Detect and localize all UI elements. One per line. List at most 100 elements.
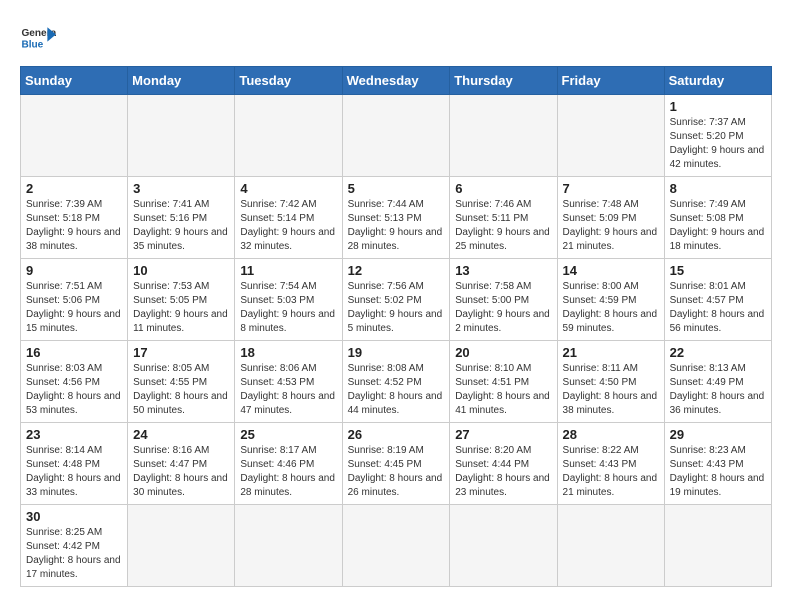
day-info: Sunrise: 8:08 AM Sunset: 4:52 PM Dayligh… [348, 362, 445, 418]
day-number: 23 [26, 427, 122, 442]
day-info: Sunrise: 8:22 AM Sunset: 4:43 PM Dayligh… [563, 444, 659, 500]
day-number: 17 [133, 345, 229, 360]
day-info: Sunrise: 7:41 AM Sunset: 5:16 PM Dayligh… [133, 198, 229, 254]
day-cell [128, 505, 235, 587]
day-cell: 9 Sunrise: 7:51 AM Sunset: 5:06 PM Daylig… [21, 259, 128, 341]
weekday-header-saturday: Saturday [664, 67, 771, 95]
week-row-3: 9 Sunrise: 7:51 AM Sunset: 5:06 PM Daylig… [21, 259, 772, 341]
day-number: 12 [348, 263, 445, 278]
day-number: 20 [455, 345, 551, 360]
day-cell: 1 Sunrise: 7:37 AM Sunset: 5:20 PM Daylig… [664, 95, 771, 177]
day-number: 26 [348, 427, 445, 442]
day-cell [557, 95, 664, 177]
day-info: Sunrise: 7:56 AM Sunset: 5:02 PM Dayligh… [348, 280, 445, 336]
day-info: Sunrise: 7:54 AM Sunset: 5:03 PM Dayligh… [240, 280, 336, 336]
day-cell: 21Sunrise: 8:11 AM Sunset: 4:50 PM Dayli… [557, 341, 664, 423]
header: General Blue [20, 20, 772, 56]
day-number: 15 [670, 263, 766, 278]
day-info: Sunrise: 8:06 AM Sunset: 4:53 PM Dayligh… [240, 362, 336, 418]
day-cell: 19 Sunrise: 8:08 AM Sunset: 4:52 PM Dayli… [342, 341, 450, 423]
day-info: Sunrise: 7:48 AM Sunset: 5:09 PM Dayligh… [563, 198, 659, 254]
day-info: Sunrise: 8:05 AM Sunset: 4:55 PM Dayligh… [133, 362, 229, 418]
day-info: Sunrise: 8:11 AM Sunset: 4:50 PM Dayligh… [563, 362, 659, 418]
day-cell: 15 Sunrise: 8:01 AM Sunset: 4:57 PM Dayli… [664, 259, 771, 341]
day-number: 2 [26, 181, 122, 196]
day-cell: 29Sunrise: 8:23 AM Sunset: 4:43 PM Dayli… [664, 423, 771, 505]
day-cell: 18 Sunrise: 8:06 AM Sunset: 4:53 PM Dayli… [235, 341, 342, 423]
day-info: Sunrise: 8:14 AM Sunset: 4:48 PM Dayligh… [26, 444, 122, 500]
day-cell: 7 Sunrise: 7:48 AM Sunset: 5:09 PM Daylig… [557, 177, 664, 259]
day-number: 30 [26, 509, 122, 524]
day-number: 1 [670, 99, 766, 114]
day-cell [664, 505, 771, 587]
day-number: 25 [240, 427, 336, 442]
day-number: 10 [133, 263, 229, 278]
day-number: 13 [455, 263, 551, 278]
day-cell: 26 Sunrise: 8:19 AM Sunset: 4:45 PM Dayli… [342, 423, 450, 505]
day-number: 7 [563, 181, 659, 196]
day-cell: 16 Sunrise: 8:03 AM Sunset: 4:56 PM Dayli… [21, 341, 128, 423]
day-info: Sunrise: 8:19 AM Sunset: 4:45 PM Dayligh… [348, 444, 445, 500]
day-number: 6 [455, 181, 551, 196]
day-number: 14 [563, 263, 659, 278]
day-info: Sunrise: 7:39 AM Sunset: 5:18 PM Dayligh… [26, 198, 122, 254]
day-info: Sunrise: 8:20 AM Sunset: 4:44 PM Dayligh… [455, 444, 551, 500]
calendar-table: SundayMondayTuesdayWednesdayThursdayFrid… [20, 66, 772, 587]
day-cell: 14 Sunrise: 8:00 AM Sunset: 4:59 PM Dayli… [557, 259, 664, 341]
week-row-4: 16 Sunrise: 8:03 AM Sunset: 4:56 PM Dayli… [21, 341, 772, 423]
day-info: Sunrise: 8:00 AM Sunset: 4:59 PM Dayligh… [563, 280, 659, 336]
day-info: Sunrise: 7:42 AM Sunset: 5:14 PM Dayligh… [240, 198, 336, 254]
day-cell: 6 Sunrise: 7:46 AM Sunset: 5:11 PM Daylig… [450, 177, 557, 259]
day-number: 9 [26, 263, 122, 278]
day-number: 3 [133, 181, 229, 196]
day-cell [21, 95, 128, 177]
day-info: Sunrise: 7:49 AM Sunset: 5:08 PM Dayligh… [670, 198, 766, 254]
day-info: Sunrise: 8:16 AM Sunset: 4:47 PM Dayligh… [133, 444, 229, 500]
day-number: 19 [348, 345, 445, 360]
day-cell: 3 Sunrise: 7:41 AM Sunset: 5:16 PM Daylig… [128, 177, 235, 259]
weekday-header-monday: Monday [128, 67, 235, 95]
day-cell [450, 505, 557, 587]
day-cell [450, 95, 557, 177]
weekday-header-wednesday: Wednesday [342, 67, 450, 95]
day-cell [235, 95, 342, 177]
day-info: Sunrise: 7:58 AM Sunset: 5:00 PM Dayligh… [455, 280, 551, 336]
day-info: Sunrise: 7:53 AM Sunset: 5:05 PM Dayligh… [133, 280, 229, 336]
day-info: Sunrise: 8:13 AM Sunset: 4:49 PM Dayligh… [670, 362, 766, 418]
day-cell [557, 505, 664, 587]
day-cell: 24Sunrise: 8:16 AM Sunset: 4:47 PM Dayli… [128, 423, 235, 505]
day-cell: 5 Sunrise: 7:44 AM Sunset: 5:13 PM Daylig… [342, 177, 450, 259]
day-cell: 22 Sunrise: 8:13 AM Sunset: 4:49 PM Dayli… [664, 341, 771, 423]
day-info: Sunrise: 7:51 AM Sunset: 5:06 PM Dayligh… [26, 280, 122, 336]
day-cell [342, 95, 450, 177]
weekday-header-sunday: Sunday [21, 67, 128, 95]
day-info: Sunrise: 7:46 AM Sunset: 5:11 PM Dayligh… [455, 198, 551, 254]
weekday-header-row: SundayMondayTuesdayWednesdayThursdayFrid… [21, 67, 772, 95]
day-info: Sunrise: 7:37 AM Sunset: 5:20 PM Dayligh… [670, 116, 766, 172]
day-info: Sunrise: 8:03 AM Sunset: 4:56 PM Dayligh… [26, 362, 122, 418]
day-cell [235, 505, 342, 587]
day-cell: 17 Sunrise: 8:05 AM Sunset: 4:55 PM Dayli… [128, 341, 235, 423]
weekday-header-tuesday: Tuesday [235, 67, 342, 95]
day-info: Sunrise: 7:44 AM Sunset: 5:13 PM Dayligh… [348, 198, 445, 254]
day-number: 29 [670, 427, 766, 442]
day-cell: 12 Sunrise: 7:56 AM Sunset: 5:02 PM Dayli… [342, 259, 450, 341]
day-number: 16 [26, 345, 122, 360]
day-number: 5 [348, 181, 445, 196]
day-number: 22 [670, 345, 766, 360]
weekday-header-thursday: Thursday [450, 67, 557, 95]
day-cell [342, 505, 450, 587]
logo-icon: General Blue [20, 20, 56, 56]
svg-text:Blue: Blue [21, 39, 43, 50]
day-cell: 10 Sunrise: 7:53 AM Sunset: 5:05 PM Dayli… [128, 259, 235, 341]
week-row-2: 2 Sunrise: 7:39 AM Sunset: 5:18 PM Daylig… [21, 177, 772, 259]
day-cell: 20Sunrise: 8:10 AM Sunset: 4:51 PM Dayli… [450, 341, 557, 423]
day-info: Sunrise: 8:01 AM Sunset: 4:57 PM Dayligh… [670, 280, 766, 336]
day-number: 28 [563, 427, 659, 442]
day-cell [128, 95, 235, 177]
day-cell: 13 Sunrise: 7:58 AM Sunset: 5:00 PM Dayli… [450, 259, 557, 341]
day-cell: 23 Sunrise: 8:14 AM Sunset: 4:48 PM Dayli… [21, 423, 128, 505]
day-cell: 4Sunrise: 7:42 AM Sunset: 5:14 PM Daylig… [235, 177, 342, 259]
day-number: 11 [240, 263, 336, 278]
day-number: 18 [240, 345, 336, 360]
